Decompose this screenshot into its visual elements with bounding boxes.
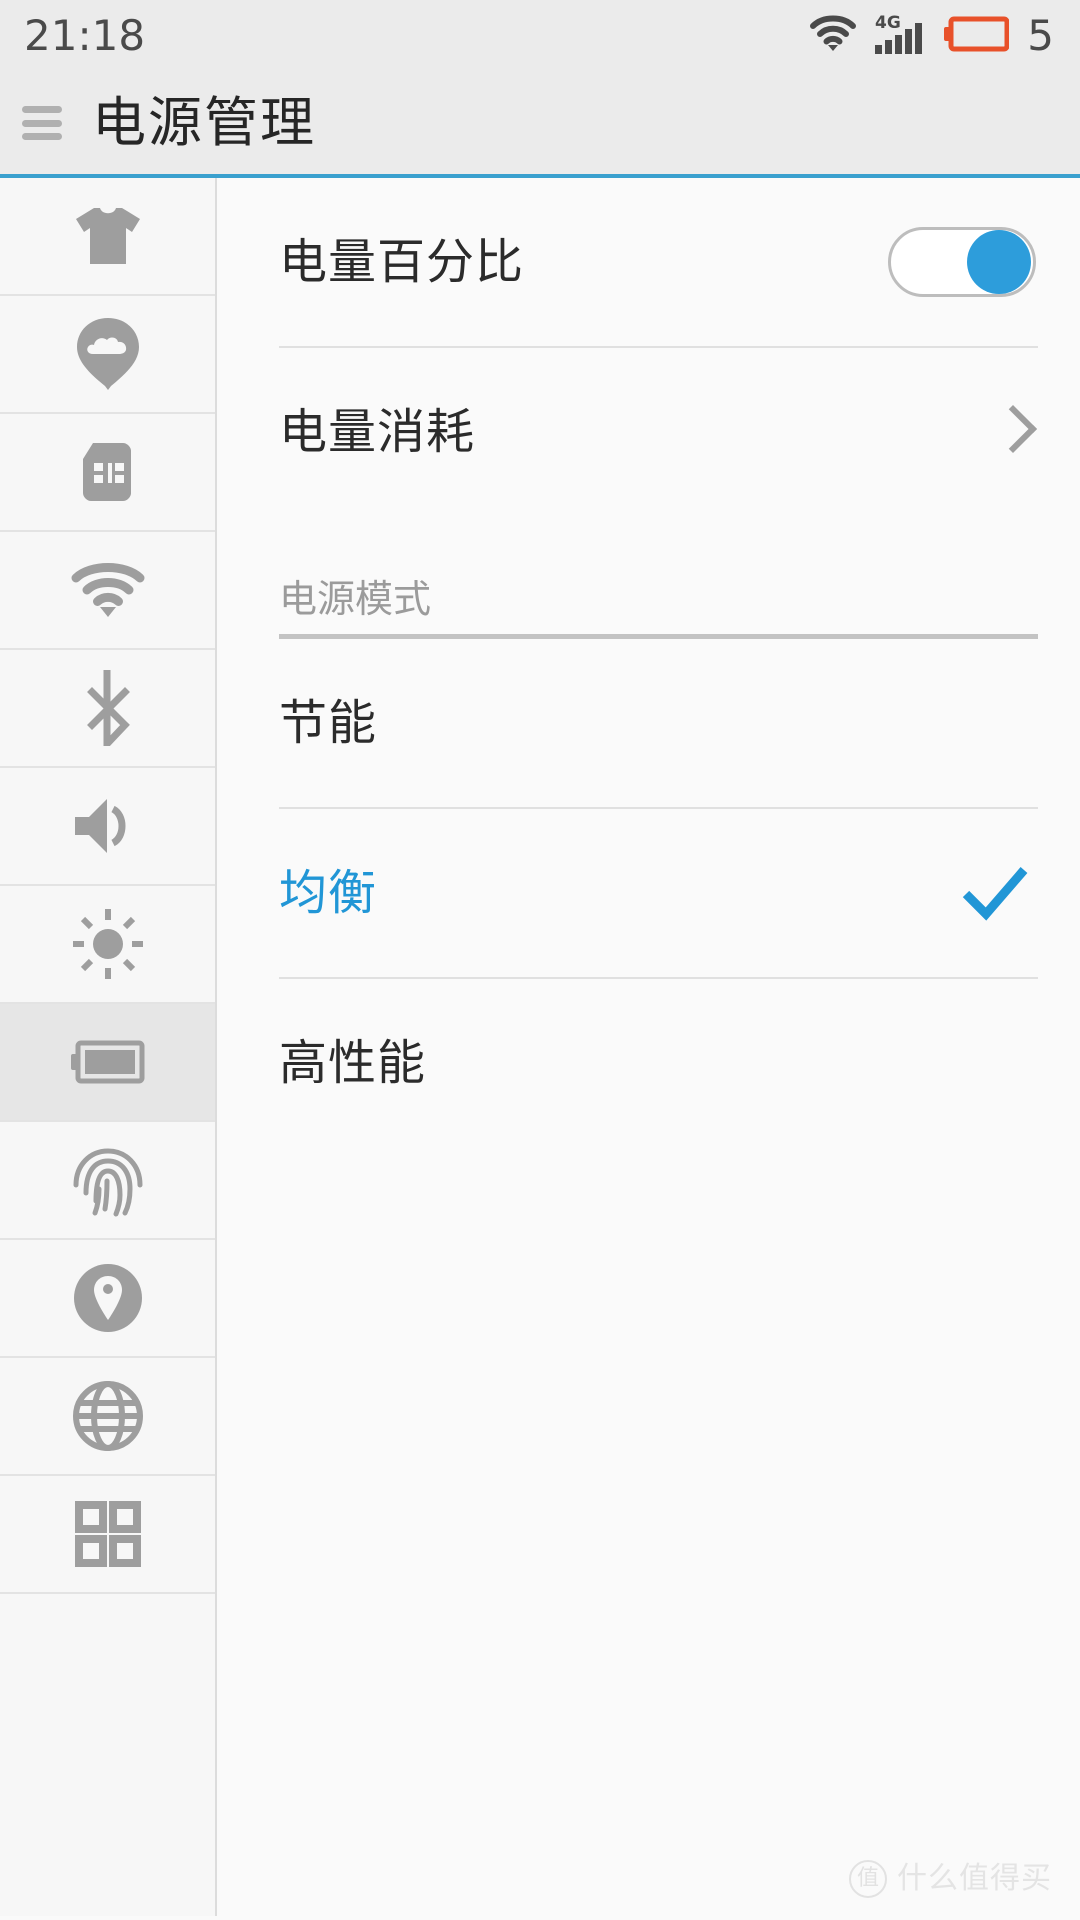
phone-screen: 21:18 4G 5 电源管理 电量百分比 电量消耗 电源模式 节能 均衡 高性… <box>0 0 1080 1920</box>
body: 电量百分比 电量消耗 电源模式 节能 均衡 高性能 值 什么值得买 <box>0 178 1080 1916</box>
row-battery-percentage[interactable]: 电量百分比 <box>217 178 1080 346</box>
sidebar-item-network[interactable] <box>0 1358 215 1476</box>
sidebar-item-sound[interactable] <box>0 768 215 886</box>
battery-low-icon <box>943 14 1010 58</box>
sim-card-icon <box>77 441 139 503</box>
watermark-badge: 值 <box>849 1860 887 1898</box>
sidebar-item-fingerprint[interactable] <box>0 1122 215 1240</box>
volume-icon <box>71 795 145 857</box>
power-mode-performance-label: 高性能 <box>279 1035 427 1091</box>
apps-grid-icon <box>74 1500 142 1568</box>
sidebar-item-brightness[interactable] <box>0 886 215 1004</box>
settings-sidebar <box>0 178 217 1916</box>
battery-icon <box>70 1040 146 1084</box>
power-mode-saving-label: 节能 <box>279 695 378 751</box>
app-title-bar: 电源管理 <box>0 72 1080 178</box>
checkmark-icon <box>958 856 1032 930</box>
row-power-mode-balanced[interactable]: 均衡 <box>217 809 1080 977</box>
status-clock: 21:18 <box>24 11 146 60</box>
battery-percentage-label: 电量百分比 <box>279 234 525 290</box>
wifi-icon <box>809 15 857 57</box>
sidebar-item-apps[interactable] <box>0 1476 215 1594</box>
location-pin-icon <box>72 1262 144 1334</box>
svg-text:4G: 4G <box>875 13 901 33</box>
sidebar-item-bluetooth[interactable] <box>0 650 215 768</box>
tshirt-icon <box>72 205 144 267</box>
sidebar-item-battery[interactable] <box>0 1004 215 1122</box>
sidebar-item-sim[interactable] <box>0 414 215 532</box>
sidebar-item-location[interactable] <box>0 1240 215 1358</box>
status-indicators: 4G 5 <box>809 12 1054 60</box>
battery-percent-text: 5 <box>1027 11 1054 60</box>
status-bar: 21:18 4G 5 <box>0 0 1080 72</box>
hamburger-menu-icon[interactable] <box>22 106 62 140</box>
battery-percentage-toggle[interactable] <box>888 227 1036 297</box>
globe-icon <box>72 1380 144 1452</box>
power-mode-balanced-label: 均衡 <box>279 865 378 921</box>
brightness-sun-icon <box>71 907 145 981</box>
power-mode-section-label: 电源模式 <box>279 577 432 621</box>
row-battery-usage[interactable]: 电量消耗 <box>217 348 1080 516</box>
row-power-mode-performance[interactable]: 高性能 <box>217 979 1080 1147</box>
sidebar-item-wifi[interactable] <box>0 532 215 650</box>
page-title: 电源管理 <box>92 91 316 154</box>
row-power-mode-saving[interactable]: 节能 <box>217 639 1080 807</box>
toggle-knob <box>967 230 1031 294</box>
settings-content: 电量百分比 电量消耗 电源模式 节能 均衡 高性能 值 什么值得买 <box>217 178 1080 1916</box>
fingerprint-icon <box>71 1143 145 1217</box>
chevron-right-icon <box>994 403 1028 461</box>
wifi-icon <box>70 560 146 620</box>
watermark-text: 什么值得买 <box>897 1861 1052 1896</box>
signal-4g-icon: 4G <box>873 12 927 60</box>
power-mode-section-header: 电源模式 <box>217 516 1080 634</box>
sidebar-item-theme[interactable] <box>0 178 215 296</box>
battery-usage-label: 电量消耗 <box>279 404 476 460</box>
sidebar-item-cloud[interactable] <box>0 296 215 414</box>
watermark: 值 什么值得买 <box>849 1860 1052 1898</box>
bluetooth-icon <box>80 670 136 746</box>
cloud-pin-icon <box>75 316 141 392</box>
